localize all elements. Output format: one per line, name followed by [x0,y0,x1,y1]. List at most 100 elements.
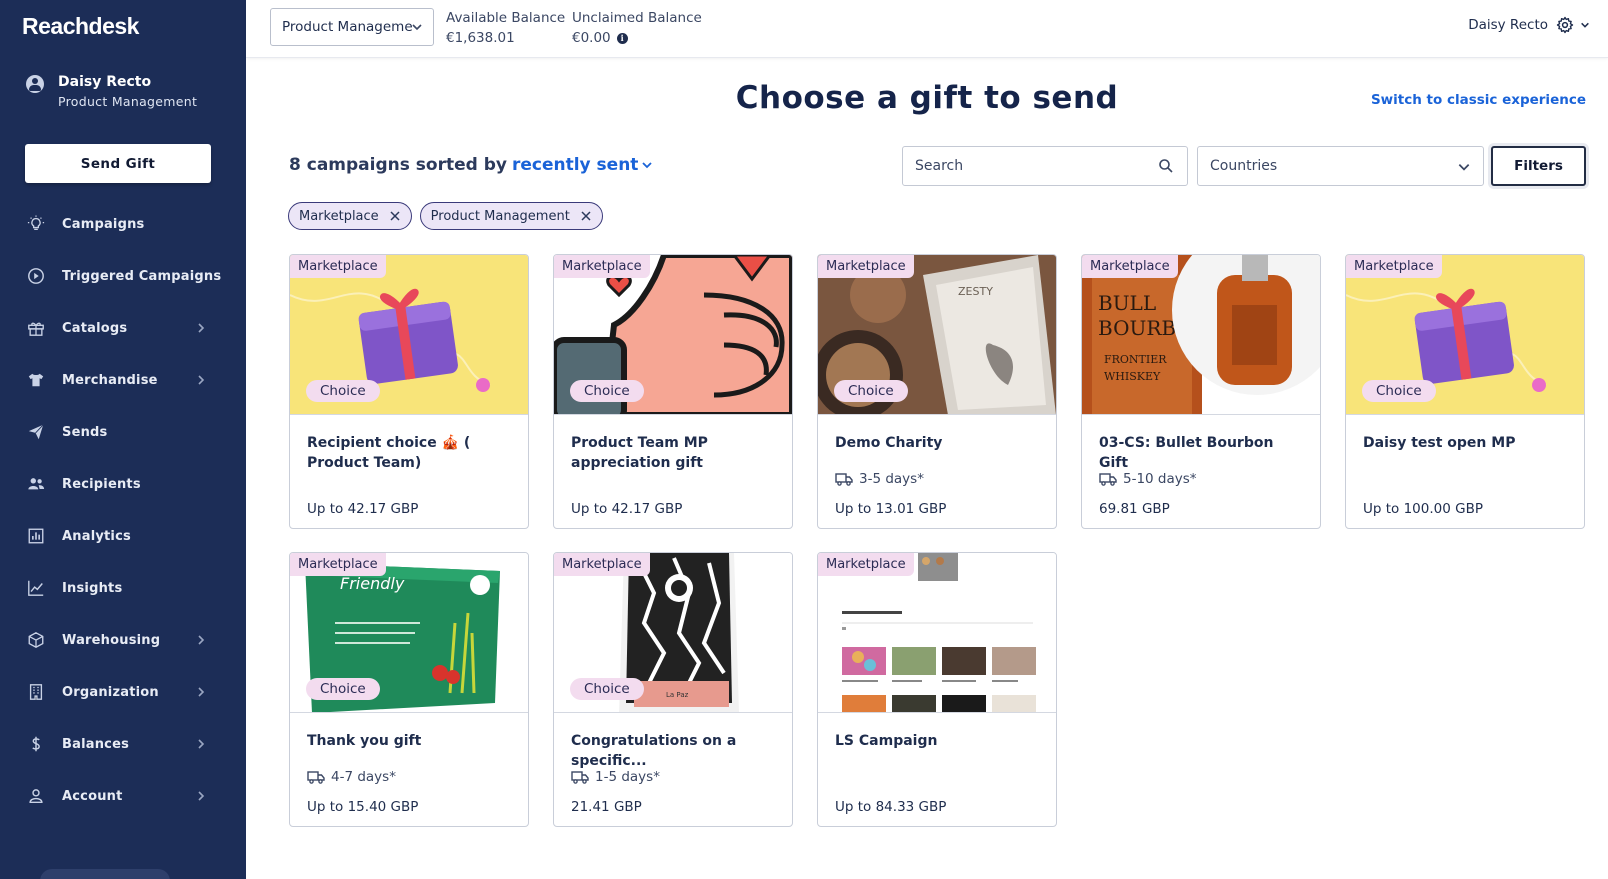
chevron-right-icon [194,372,208,386]
filter-chips: Marketplace Product Management [288,202,611,230]
marketplace-tag: Marketplace [554,553,650,576]
top-user-name: Daisy Recto [1468,17,1548,33]
sidebar-item-account[interactable]: Account [0,770,246,822]
available-balance: Available Balance €1,638.01 [446,8,565,48]
campaign-price: Up to 42.17 GBP [571,501,682,517]
shipping-time: 4-7 days* [307,769,396,785]
search-input[interactable] [902,146,1188,186]
campaign-image[interactable]: BULL BOURB FRONTIER WHISKEY Marketplace [1082,255,1320,415]
svg-text:Friendly: Friendly [340,574,405,593]
campaign-card[interactable]: BULL BOURB FRONTIER WHISKEY Marketplace 03-CS… [1081,254,1321,529]
price-value: 42.17 GBP [611,501,683,517]
svg-text:BOURB: BOURB [1098,316,1176,340]
campaign-price: Up to 13.01 GBP [835,501,946,517]
dollar-icon [26,734,46,754]
sidebar-scroll-pill[interactable] [40,869,170,879]
close-icon[interactable] [580,210,592,222]
sidebar-item-label: Balances [62,736,130,752]
campaign-title: Recipient choice 🎪 ( Product Team) [307,435,471,471]
campaign-image[interactable]: Marketplace Choice [554,255,792,415]
price-value: 42.17 GBP [347,501,419,517]
choice-badge: Choice [1362,380,1436,402]
sidebar-item-label: Catalogs [62,320,128,336]
svg-text:La Paz: La Paz [666,691,689,699]
sidebar-item-label: Insights [62,580,123,596]
send-gift-button[interactable]: Send Gift [25,144,211,183]
campaign-card[interactable]: Marketplace Choice Product Team MP appreci… [553,254,793,529]
filters-button[interactable]: Filters [1491,146,1586,186]
sidebar-user-org: Product Management [58,94,198,109]
marketplace-tag: Marketplace [818,553,914,576]
play-circle-icon [26,266,46,286]
price-prefix: Up to [1363,501,1400,517]
campaign-image[interactable]: Friendly Marketplace Choice [290,553,528,713]
campaign-title: Thank you gift [307,733,422,749]
search-icon[interactable] [1158,158,1174,174]
switch-classic-link[interactable]: Switch to classic experience [1371,92,1586,108]
sidebar-user: Daisy Recto Product Management [26,73,197,111]
campaign-card[interactable]: Friendly Marketplace Choice Thank you gift 4… [289,552,529,827]
campaign-image[interactable]: ZESTY Marketplace Choice [818,255,1056,415]
available-balance-label: Available Balance [446,10,566,26]
campaign-card[interactable]: La Paz Marketplace Choice Congratulations o… [553,552,793,827]
marketplace-tag: Marketplace [1082,255,1178,278]
sidebar-item-catalogs[interactable]: Catalogs [0,302,246,354]
sidebar-item-warehousing[interactable]: Warehousing [0,614,246,666]
marketplace-tag: Marketplace [290,553,386,576]
gear-icon[interactable] [1556,16,1574,34]
sidebar-item-sends[interactable]: Sends [0,406,246,458]
sidebar-user-name: Daisy Recto [58,74,152,90]
sidebar-item-analytics[interactable]: Analytics [0,510,246,562]
chevron-right-icon [194,632,208,646]
info-icon[interactable]: i [616,32,628,44]
campaign-image[interactable]: Marketplace Choice [1346,255,1584,415]
campaign-card[interactable]: ZESTY Marketplace Choice Demo Charity 3-5 da… [817,254,1057,529]
truck-icon [571,771,589,784]
countries-select[interactable]: Countries [1197,146,1484,186]
campaign-screenshot [818,553,1056,712]
sidebar-item-label: Warehousing [62,632,161,648]
shipping-time: 1-5 days* [571,769,660,785]
svg-text:ZESTY: ZESTY [958,285,993,298]
package-icon [26,630,46,650]
campaign-card[interactable]: Marketplace LS Campaign Up to 84.33 GBP [817,552,1057,827]
sidebar-item-organization[interactable]: Organization [0,666,246,718]
user-circle-icon [26,75,44,93]
chevron-right-icon [194,320,208,334]
campaign-image[interactable]: Marketplace Choice [290,255,528,415]
sidebar-item-insights[interactable]: Insights [0,562,246,614]
chevron-right-icon [194,788,208,802]
sidebar-item-label: Sends [62,424,108,440]
sidebar: Reachdesk Daisy Recto Product Management… [0,0,246,879]
campaign-price: Up to 42.17 GBP [307,501,418,517]
truck-icon [835,473,853,486]
sidebar-item-triggered-campaigns[interactable]: Triggered Campaigns [0,250,246,302]
price-value: 15.40 GBP [347,799,419,815]
campaign-card[interactable]: Marketplace Choice Recipient choice 🎪 ( Pr… [289,254,529,529]
marketplace-tag: Marketplace [554,255,650,278]
campaign-image[interactable]: Marketplace [818,553,1056,713]
price-prefix: Up to [835,799,872,815]
marketplace-tag: Marketplace [1346,255,1442,278]
chevron-down-icon [642,162,653,169]
paper-plane-icon [26,422,46,442]
close-icon[interactable] [389,210,401,222]
sidebar-item-recipients[interactable]: Recipients [0,458,246,510]
reachdesk-logo[interactable]: Reachdesk [22,13,139,40]
chevron-right-icon [194,736,208,750]
campaign-price: Up to 100.00 GBP [1363,501,1483,517]
choice-badge: Choice [834,380,908,402]
price-value: 21.41 GBP [571,799,642,815]
svg-text:BULL: BULL [1098,291,1156,315]
chevron-down-icon [412,24,422,31]
sidebar-item-campaigns[interactable]: Campaigns [0,198,246,250]
sidebar-item-merchandise[interactable]: Merchandise [0,354,246,406]
top-user-menu[interactable]: Daisy Recto [1468,16,1590,34]
campaign-card[interactable]: Marketplace Choice Daisy test open MP Up to… [1345,254,1585,529]
sidebar-item-balances[interactable]: Balances [0,718,246,770]
campaign-image[interactable]: La Paz Marketplace Choice [554,553,792,713]
org-select[interactable]: Product Manageme [270,8,434,46]
sort-dropdown[interactable]: recently sent [512,155,653,175]
price-value: 13.01 GBP [875,501,947,517]
shipping-time: 5-10 days* [1099,471,1197,487]
